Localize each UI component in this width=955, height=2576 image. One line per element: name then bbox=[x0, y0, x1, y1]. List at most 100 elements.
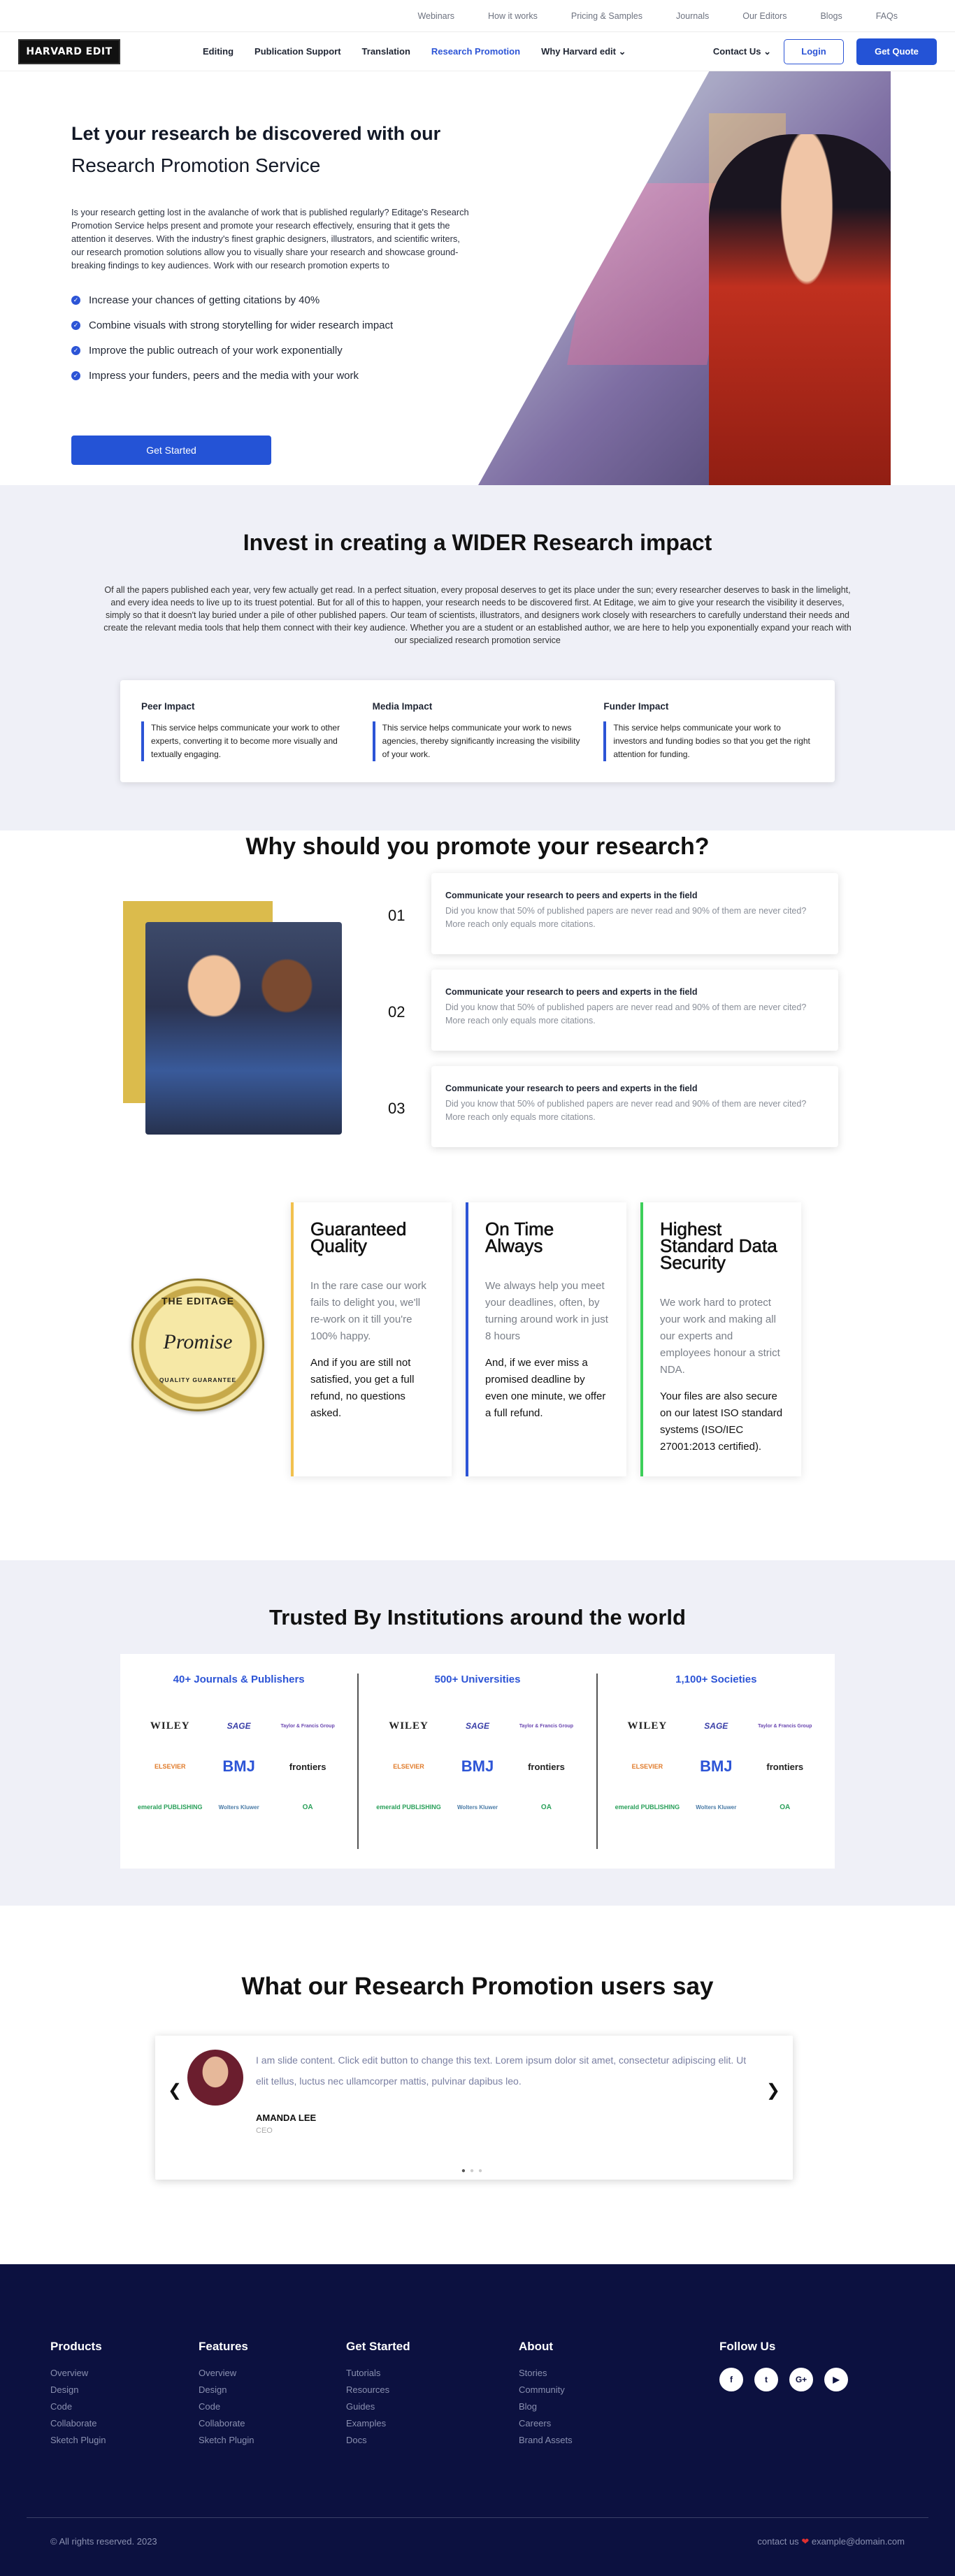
why-title: Why should you promote your research? bbox=[245, 833, 710, 860]
why-item: 02 Communicate your research to peers an… bbox=[388, 970, 839, 1051]
harvard-edit-logo[interactable]: HARVARD EDIT bbox=[18, 38, 120, 64]
wolters-kluwer-logo: Wolters Kluwer bbox=[696, 1804, 737, 1811]
check-circle-icon: ✓ bbox=[71, 321, 80, 330]
footer-col-title: Features bbox=[199, 2340, 248, 2353]
footer-col-title: Get Started bbox=[346, 2340, 410, 2353]
hero-section: Let your research be discovered with our… bbox=[0, 71, 955, 485]
footer-link[interactable]: Examples bbox=[346, 2418, 410, 2429]
hero-image-woman-with-sticky-notes bbox=[478, 71, 891, 485]
chevron-down-icon: ⌄ bbox=[763, 45, 771, 57]
footer-link[interactable]: Collaborate bbox=[199, 2418, 254, 2429]
impact-media: Media Impact This service helps communica… bbox=[372, 701, 583, 761]
frontiers-logo: frontiers bbox=[528, 1761, 565, 1772]
footer-link[interactable]: Code bbox=[50, 2401, 106, 2412]
slider-dot[interactable]: ● bbox=[478, 2167, 487, 2175]
open-access-logo: OA bbox=[540, 1803, 552, 1811]
frontiers-logo: frontiers bbox=[289, 1761, 326, 1772]
check-circle-icon: ✓ bbox=[71, 371, 80, 380]
footer-link[interactable]: Brand Assets bbox=[519, 2435, 573, 2445]
menu-publication-support[interactable]: Publication Support bbox=[254, 46, 341, 57]
taylor-francis-logo: Taylor & Francis Group bbox=[280, 1723, 335, 1729]
topbar-link-editors[interactable]: Our Editors bbox=[726, 11, 803, 21]
copyright-text: © All rights reserved. 2023 bbox=[50, 2536, 157, 2547]
nav-actions: Contact Us ⌄ Login Get Quote bbox=[713, 38, 937, 65]
footer-link[interactable]: Careers bbox=[519, 2418, 573, 2429]
menu-research-promotion[interactable]: Research Promotion bbox=[431, 46, 520, 57]
youtube-icon[interactable]: ▶ bbox=[824, 2368, 848, 2391]
impact-peer-text: This service helps communicate your work… bbox=[141, 721, 352, 761]
menu-editing[interactable]: Editing bbox=[203, 46, 234, 57]
impact-funder-title: Funder Impact bbox=[603, 701, 669, 712]
why-item: 01 Communicate your research to peers an… bbox=[388, 873, 839, 954]
guarantee-card-note: And, if we ever miss a promised deadline… bbox=[485, 1357, 606, 1419]
footer-link[interactable]: Overview bbox=[50, 2368, 106, 2378]
footer-link[interactable]: Blog bbox=[519, 2401, 573, 2412]
facebook-icon[interactable]: f bbox=[719, 2368, 743, 2391]
emerald-logo: emerald PUBLISHING bbox=[376, 1804, 441, 1811]
why-item-text: Did you know that 50% of published paper… bbox=[445, 1099, 807, 1122]
guarantee-card-note: Your files are also secure on our latest… bbox=[660, 1390, 783, 1453]
guarantee-quality-card: Guaranteed Quality In the rare case our … bbox=[291, 1202, 452, 1476]
footer-link[interactable]: Stories bbox=[519, 2368, 573, 2378]
slider-dot[interactable]: ● bbox=[470, 2167, 478, 2175]
topbar-link-blogs[interactable]: Blogs bbox=[803, 11, 859, 21]
impact-funder: Funder Impact This service helps communic… bbox=[603, 701, 814, 761]
menu-translation[interactable]: Translation bbox=[362, 46, 410, 57]
footer-link[interactable]: Guides bbox=[346, 2401, 410, 2412]
contact-email-link[interactable]: example@domain.com bbox=[812, 2536, 905, 2547]
impact-peer: Peer Impact This service helps communicat… bbox=[141, 701, 352, 761]
guarantee-security-card: Highest Standard Data Security We work h… bbox=[640, 1202, 801, 1476]
check-circle-icon: ✓ bbox=[71, 346, 80, 355]
why-item: 03 Communicate your research to peers an… bbox=[388, 1066, 839, 1147]
login-button[interactable]: Login bbox=[784, 38, 844, 64]
logo-grid: WILEY SAGE Taylor & Francis Group ELSEVI… bbox=[120, 1719, 357, 1814]
why-item-title: Communicate your research to peers and e… bbox=[445, 891, 698, 900]
get-quote-button[interactable]: Get Quote bbox=[856, 38, 937, 65]
footer-link[interactable]: Overview bbox=[199, 2368, 254, 2378]
impact-media-text: This service helps communicate your work… bbox=[372, 721, 583, 761]
why-item-title: Communicate your research to peers and e… bbox=[445, 1084, 698, 1093]
footer-link[interactable]: Code bbox=[199, 2401, 254, 2412]
hero-title: Let your research be discovered with our… bbox=[71, 117, 470, 182]
contact-us-dropdown[interactable]: Contact Us ⌄ bbox=[713, 46, 771, 57]
taylor-francis-logo: Taylor & Francis Group bbox=[758, 1723, 812, 1729]
footer-link[interactable]: Community bbox=[519, 2384, 573, 2395]
testimonial-slider: ❮ I am slide content. Click edit button … bbox=[155, 2036, 793, 2180]
benefit-item: ✓ Increase your chances of getting citati… bbox=[71, 294, 470, 306]
open-access-logo: OA bbox=[302, 1803, 313, 1811]
topbar-link-webinars[interactable]: Webinars bbox=[401, 11, 471, 21]
google-plus-icon[interactable]: G+ bbox=[789, 2368, 813, 2391]
footer-link[interactable]: Design bbox=[50, 2384, 106, 2395]
chevron-right-icon[interactable]: ❯ bbox=[766, 2080, 780, 2101]
topbar-link-faqs[interactable]: FAQs bbox=[859, 11, 914, 21]
footer-link[interactable]: Sketch Plugin bbox=[50, 2435, 106, 2445]
wiley-logo: WILEY bbox=[150, 1720, 190, 1732]
hero-title-line1: Let your research be discovered with our bbox=[71, 123, 441, 144]
slider-dot-active[interactable]: ● bbox=[461, 2167, 470, 2175]
why-item-card: Communicate your research to peers and e… bbox=[431, 1066, 838, 1147]
footer-link[interactable]: Tutorials bbox=[346, 2368, 410, 2378]
impact-peer-title: Peer Impact bbox=[141, 701, 195, 712]
benefit-text: Impress your funders, peers and the medi… bbox=[89, 370, 359, 382]
get-started-button[interactable]: Get Started bbox=[71, 436, 271, 465]
chevron-left-icon[interactable]: ❮ bbox=[168, 2080, 182, 2101]
topbar-link-how-it-works[interactable]: How it works bbox=[471, 11, 554, 21]
elsevier-logo: ELSEVIER bbox=[631, 1763, 663, 1770]
footer-link[interactable]: Docs bbox=[346, 2435, 410, 2445]
footer-link[interactable]: Collaborate bbox=[50, 2418, 106, 2429]
guarantee-card-text: We work hard to protect your work and ma… bbox=[660, 1297, 780, 1376]
testimonial-role: CEO bbox=[256, 2127, 273, 2135]
footer-link[interactable]: Design bbox=[199, 2384, 254, 2395]
footer-link[interactable]: Sketch Plugin bbox=[199, 2435, 254, 2445]
topbar-link-pricing[interactable]: Pricing & Samples bbox=[554, 11, 659, 21]
why-item-text: Did you know that 50% of published paper… bbox=[445, 906, 807, 929]
footer-link[interactable]: Resources bbox=[346, 2384, 410, 2395]
twitter-icon[interactable]: t bbox=[754, 2368, 778, 2391]
menu-why-harvard-edit[interactable]: Why Harvard edit ⌄ bbox=[541, 46, 626, 57]
guarantee-card-text: We always help you meet your deadlines, … bbox=[485, 1280, 608, 1342]
topbar-link-journals[interactable]: Journals bbox=[659, 11, 726, 21]
social-links: f t G+ ▶ bbox=[719, 2368, 848, 2391]
guarantee-ontime-card: On Time Always We always help you meet y… bbox=[466, 1202, 626, 1476]
check-circle-icon: ✓ bbox=[71, 296, 80, 305]
sage-logo: SAGE bbox=[465, 1721, 489, 1731]
